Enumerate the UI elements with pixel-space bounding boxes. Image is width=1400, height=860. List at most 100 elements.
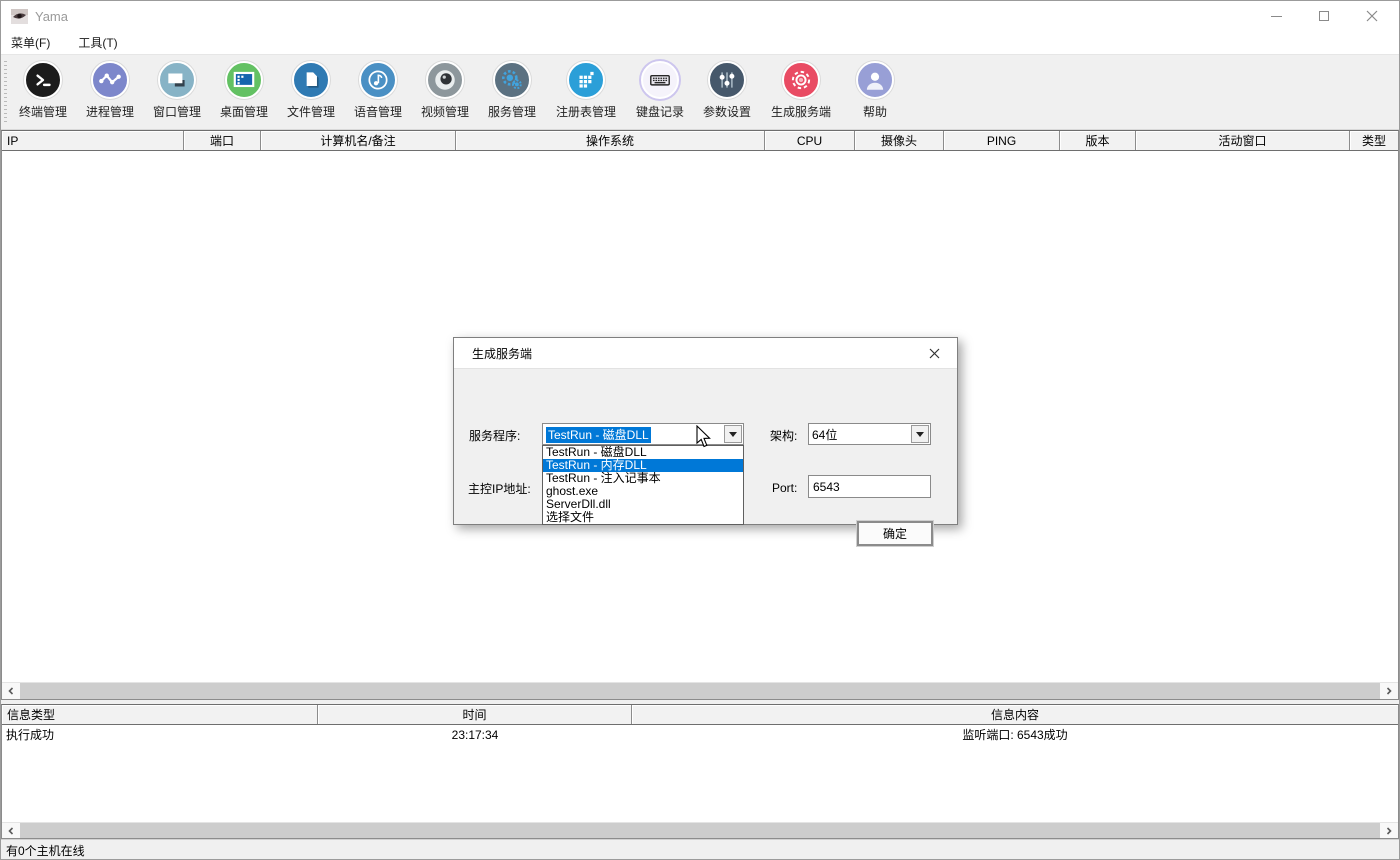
log-cell-content: 监听端口: 6543成功 (632, 726, 1398, 743)
dropdown-item-choose-file[interactable]: 选择文件 (543, 511, 743, 524)
window-icon (158, 61, 196, 99)
column-header-info-type[interactable]: 信息类型 (2, 705, 318, 724)
toolbar-item-terminal[interactable]: 终端管理 (11, 61, 75, 120)
chevron-down-icon (916, 432, 924, 437)
toolbar-label: 键盘记录 (636, 103, 684, 120)
terminal-icon (24, 61, 62, 99)
dropdown-item-serverdll[interactable]: ServerDll.dll (543, 498, 743, 511)
dialog-close-button[interactable] (925, 344, 943, 362)
toolbar-item-voice[interactable]: 语音管理 (346, 61, 410, 120)
services-icon (493, 61, 531, 99)
toolbar-item-desktop[interactable]: 桌面管理 (212, 61, 276, 120)
column-header-type[interactable]: 类型 (1350, 131, 1398, 150)
combobox-dropdown-button[interactable] (724, 425, 742, 443)
column-header-computer-name[interactable]: 计算机名/备注 (261, 131, 456, 150)
toolbar-item-file[interactable]: 文件管理 (279, 61, 343, 120)
toolbar-item-keylogger[interactable]: 键盘记录 (628, 61, 692, 120)
log-list: 执行成功 23:17:34 监听端口: 6543成功 (2, 725, 1398, 822)
column-header-time[interactable]: 时间 (318, 705, 632, 724)
service-program-dropdown-list: TestRun - 磁盘DLL TestRun - 内存DLL TestRun … (542, 445, 744, 525)
toolbar-label: 文件管理 (287, 103, 335, 120)
scroll-right-icon[interactable] (1380, 683, 1398, 699)
column-header-version[interactable]: 版本 (1060, 131, 1136, 150)
window-title: Yama (35, 9, 68, 24)
toolbar-item-help[interactable]: 帮助 (843, 61, 907, 120)
combobox-dropdown-button[interactable] (911, 425, 929, 443)
scrollbar-thumb[interactable] (20, 823, 1380, 838)
maximize-button[interactable] (1315, 7, 1333, 25)
hosts-horizontal-scrollbar[interactable] (2, 682, 1398, 699)
dropdown-item-disk-dll[interactable]: TestRun - 磁盘DLL (543, 446, 743, 459)
column-header-port[interactable]: 端口 (184, 131, 261, 150)
close-button[interactable] (1363, 7, 1381, 25)
toolbar-label: 参数设置 (703, 103, 751, 120)
toolbar: 终端管理 进程管理 窗口管理 桌面管理 文件管理 (1, 54, 1399, 130)
video-icon (426, 61, 464, 99)
app-window: Yama 菜单(F) 工具(T) 终端管理 进程管 (0, 0, 1400, 860)
column-header-active-window[interactable]: 活动窗口 (1136, 131, 1350, 150)
generate-server-icon (782, 61, 820, 99)
column-header-cpu[interactable]: CPU (765, 131, 855, 150)
log-horizontal-scrollbar[interactable] (2, 822, 1398, 838)
toolbar-item-settings[interactable]: 参数设置 (695, 61, 759, 120)
toolbar-item-window[interactable]: 窗口管理 (145, 61, 209, 120)
service-program-value: TestRun - 磁盘DLL (546, 427, 651, 443)
column-header-ping[interactable]: PING (944, 131, 1060, 150)
process-icon (91, 61, 129, 99)
column-header-os[interactable]: 操作系统 (456, 131, 765, 150)
dropdown-item-inject-notepad[interactable]: TestRun - 注入记事本 (543, 472, 743, 485)
toolbar-item-process[interactable]: 进程管理 (78, 61, 142, 120)
service-program-label: 服务程序: (469, 427, 520, 444)
toolbar-label: 桌面管理 (220, 103, 268, 120)
toolbar-label: 生成服务端 (771, 103, 831, 120)
column-header-info-content[interactable]: 信息内容 (632, 705, 1398, 724)
help-icon (856, 61, 894, 99)
port-label: Port: (772, 481, 797, 495)
log-panel: 信息类型 时间 信息内容 执行成功 23:17:34 监听端口: 6543成功 (1, 704, 1399, 839)
status-bar: 有0个主机在线 (1, 839, 1399, 860)
scroll-right-icon[interactable] (1380, 823, 1398, 838)
arch-combobox[interactable]: 64位 (808, 423, 931, 445)
toolbar-item-services[interactable]: 服务管理 (480, 61, 544, 120)
registry-icon (567, 61, 605, 99)
log-row[interactable]: 执行成功 23:17:34 监听端口: 6543成功 (2, 725, 1398, 744)
toolbar-label: 视频管理 (421, 103, 469, 120)
toolbar-label: 注册表管理 (556, 103, 616, 120)
arch-value: 64位 (812, 428, 837, 442)
toolbar-label: 进程管理 (86, 103, 134, 120)
toolbar-item-registry[interactable]: 注册表管理 (547, 61, 625, 120)
toolbar-item-video[interactable]: 视频管理 (413, 61, 477, 120)
column-header-camera[interactable]: 摄像头 (855, 131, 944, 150)
voice-icon (359, 61, 397, 99)
title-bar: Yama (1, 1, 1399, 31)
column-header-ip[interactable]: IP (2, 131, 184, 150)
scroll-left-icon[interactable] (2, 823, 20, 838)
toolbar-label: 服务管理 (488, 103, 536, 120)
log-table-header: 信息类型 时间 信息内容 (2, 705, 1398, 725)
dialog-title: 生成服务端 (472, 345, 532, 362)
close-icon (929, 348, 940, 359)
menu-item-main[interactable]: 菜单(F) (11, 34, 50, 51)
toolbar-label: 终端管理 (19, 103, 67, 120)
ok-button[interactable]: 确定 (857, 521, 933, 546)
toolbar-item-build-server[interactable]: 生成服务端 (762, 61, 840, 120)
log-cell-type: 执行成功 (2, 726, 318, 743)
dropdown-item-memory-dll[interactable]: TestRun - 内存DLL (543, 459, 743, 472)
log-cell-time: 23:17:34 (318, 728, 632, 742)
dropdown-item-ghost-exe[interactable]: ghost.exe (543, 485, 743, 498)
scrollbar-thumb[interactable] (20, 683, 1380, 699)
menu-item-tools[interactable]: 工具(T) (78, 34, 117, 51)
service-program-combobox[interactable]: TestRun - 磁盘DLL (542, 423, 744, 445)
keyboard-icon (641, 61, 679, 99)
scroll-left-icon[interactable] (2, 683, 20, 699)
toolbar-label: 帮助 (863, 103, 887, 120)
port-input[interactable] (808, 475, 931, 498)
desktop-icon (225, 61, 263, 99)
status-text: 有0个主机在线 (6, 842, 85, 859)
file-icon (292, 61, 330, 99)
toolbar-gripper (4, 61, 7, 123)
ok-button-label: 确定 (883, 525, 907, 542)
chevron-down-icon (729, 432, 737, 437)
settings-icon (708, 61, 746, 99)
minimize-button[interactable] (1267, 7, 1285, 25)
